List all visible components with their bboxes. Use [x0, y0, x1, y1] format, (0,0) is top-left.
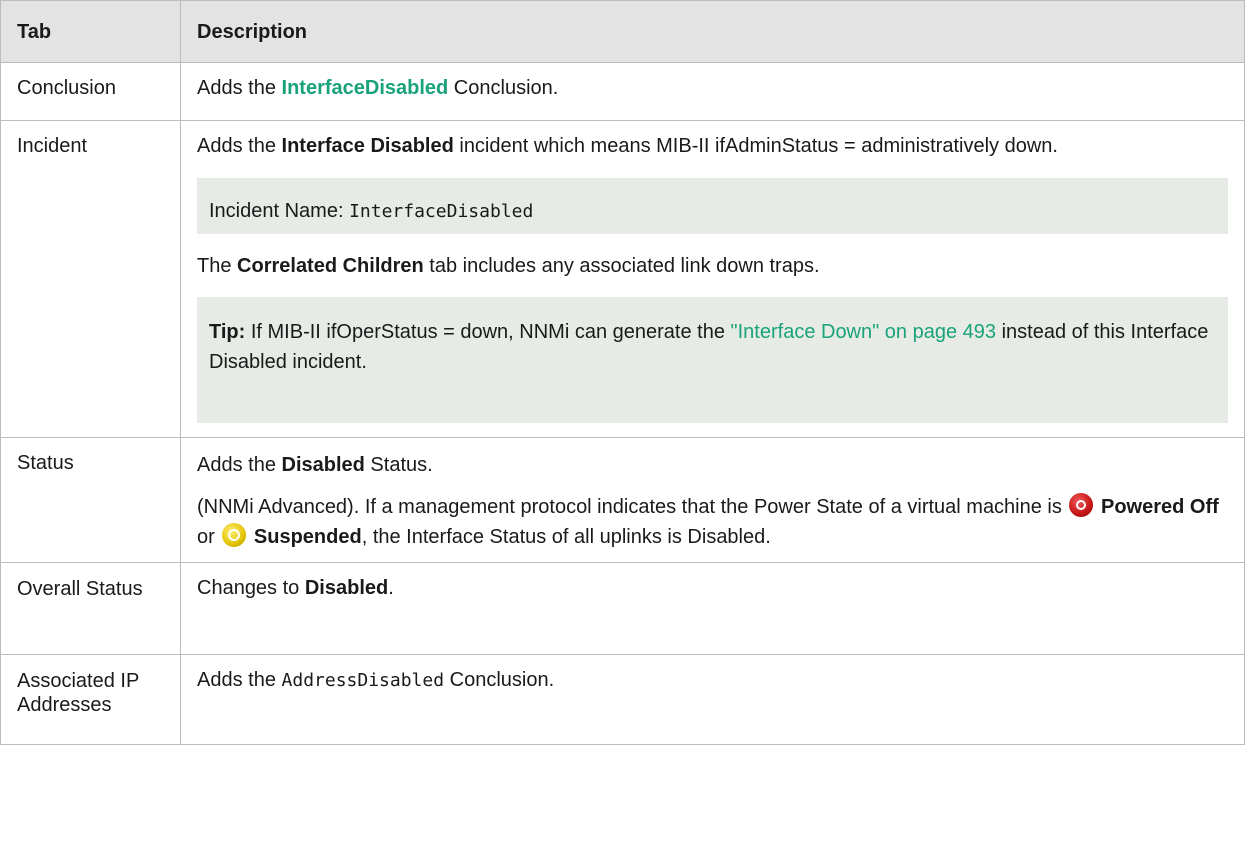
text: (NNMi Advanced). If a management protoco… — [197, 496, 1068, 518]
associated-ip-text: Adds the AddressDisabled Conclusion. — [197, 665, 1228, 696]
powered-off-icon — [1069, 493, 1094, 517]
tab-cell-associated-ip: Associated IP Addresses — [0, 654, 181, 745]
header-tab: Tab — [0, 0, 181, 63]
text: or — [197, 526, 221, 548]
nnmi-advanced-text: (NNMi Advanced). If a management protoco… — [197, 492, 1228, 552]
tip-label: Tip: — [209, 321, 246, 343]
table-row-associated-ip: Associated IP Addresses Adds the Address… — [0, 654, 1245, 745]
text: Adds the — [197, 77, 282, 99]
description-cell-conclusion: Adds the InterfaceDisabled Conclusion. — [180, 62, 1245, 121]
text: . — [388, 577, 394, 599]
text: incident which means MIB-II ifAdminStatu… — [453, 135, 1058, 157]
table-row-overall-status: Overall Status Changes to Disabled. — [0, 562, 1245, 655]
code-value: AddressDisabled — [281, 670, 445, 691]
bold-text: Correlated Children — [237, 255, 424, 277]
interfacedisabled-link[interactable]: InterfaceDisabled — [282, 77, 449, 99]
text: Status. — [364, 454, 433, 476]
correlated-children-text: The Correlated Children tab includes any… — [197, 251, 1228, 281]
status-text: Adds the Disabled Status. — [197, 450, 1228, 480]
tab-cell-incident: Incident — [0, 120, 181, 438]
text: Adds the — [197, 454, 282, 476]
table-row-incident: Incident Adds the Interface Disabled inc… — [0, 120, 1245, 438]
bold-text: Suspended — [253, 526, 362, 548]
text: , the Interface Status of all uplinks is… — [361, 526, 771, 548]
code-value: InterfaceDisabled — [349, 201, 534, 222]
tab-cell-conclusion: Conclusion — [0, 62, 181, 121]
description-cell-status: Adds the Disabled Status. (NNMi Advanced… — [180, 437, 1245, 563]
tab-cell-overall-status: Overall Status — [0, 562, 181, 655]
text: The — [197, 255, 238, 277]
description-cell-associated-ip: Adds the AddressDisabled Conclusion. — [180, 654, 1245, 745]
text: Adds the — [197, 135, 282, 157]
bold-text: Disabled — [281, 454, 365, 476]
text: If MIB-II ifOperStatus = down, NNMi can … — [245, 321, 731, 343]
incident-text: Adds the Interface Disabled incident whi… — [197, 131, 1228, 161]
text: Conclusion. — [448, 77, 559, 99]
bold-text: Powered Off — [1101, 496, 1219, 518]
tip-box: Tip: If MIB-II ifOperStatus = down, NNMi… — [197, 297, 1228, 423]
text: tab includes any associated link down tr… — [423, 255, 820, 277]
conclusion-text: Adds the InterfaceDisabled Conclusion. — [197, 73, 1228, 103]
description-cell-overall-status: Changes to Disabled. — [180, 562, 1245, 655]
tab-cell-status: Status — [0, 437, 181, 563]
table-row-status: Status Adds the Disabled Status. (NNMi A… — [0, 437, 1245, 563]
description-cell-incident: Adds the Interface Disabled incident whi… — [180, 120, 1245, 438]
bold-text: Disabled — [304, 577, 389, 599]
table-header-row: Tab Description — [0, 0, 1245, 63]
incident-name-code-block: Incident Name: InterfaceDisabled — [197, 178, 1228, 234]
overall-status-text: Changes to Disabled. — [197, 573, 1228, 603]
bold-text: Interface Disabled — [281, 135, 454, 157]
text: Conclusion. — [444, 669, 555, 691]
table-row-conclusion: Conclusion Adds the InterfaceDisabled Co… — [0, 62, 1245, 121]
interface-down-link[interactable]: "Interface Down" on page 493 — [731, 321, 997, 343]
suspended-icon — [222, 523, 247, 547]
conclusions-table: Tab Description Conclusion Adds the Inte… — [0, 0, 1245, 745]
code-label: Incident Name: — [209, 200, 350, 222]
text: Changes to — [197, 577, 305, 599]
header-description: Description — [180, 0, 1245, 63]
text: Adds the — [197, 669, 282, 691]
